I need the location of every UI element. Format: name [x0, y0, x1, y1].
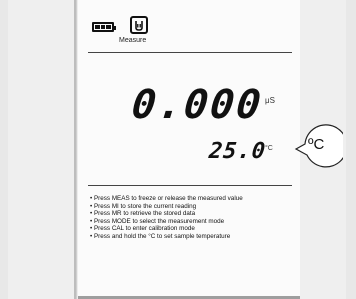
divider: [88, 185, 292, 186]
temperature-reading: 25.0: [207, 139, 268, 164]
conductivity-reading: 0.000: [129, 82, 265, 128]
mode-label: Measure: [119, 37, 147, 44]
instruction-item: Press MI to store the current reading: [90, 203, 243, 211]
instruction-list: Press MEAS to freeze or release the meas…: [90, 195, 243, 241]
instruction-item: Press and hold the °C to set sample temp…: [90, 233, 243, 241]
divider: [88, 52, 292, 53]
instruction-item: Press CAL to enter calibration mode: [90, 225, 243, 233]
beaker-icon: [130, 16, 148, 34]
instruction-item: Press MR to retrieve the stored data: [90, 210, 243, 218]
instruction-item: Press MODE to select the measurement mod…: [90, 218, 243, 226]
temperature-unit: °C: [265, 145, 273, 152]
conductivity-unit: μS: [265, 96, 275, 105]
left-bezel: [8, 0, 77, 299]
instruction-item: Press MEAS to freeze or release the meas…: [90, 195, 243, 203]
callout-label: ºC: [308, 136, 325, 153]
device-frame: Measure 0.000 μS 25.0 °C Press MEAS to f…: [8, 0, 346, 299]
battery-full-icon: [92, 22, 116, 32]
lcd-display: Measure 0.000 μS 25.0 °C Press MEAS to f…: [78, 0, 300, 299]
